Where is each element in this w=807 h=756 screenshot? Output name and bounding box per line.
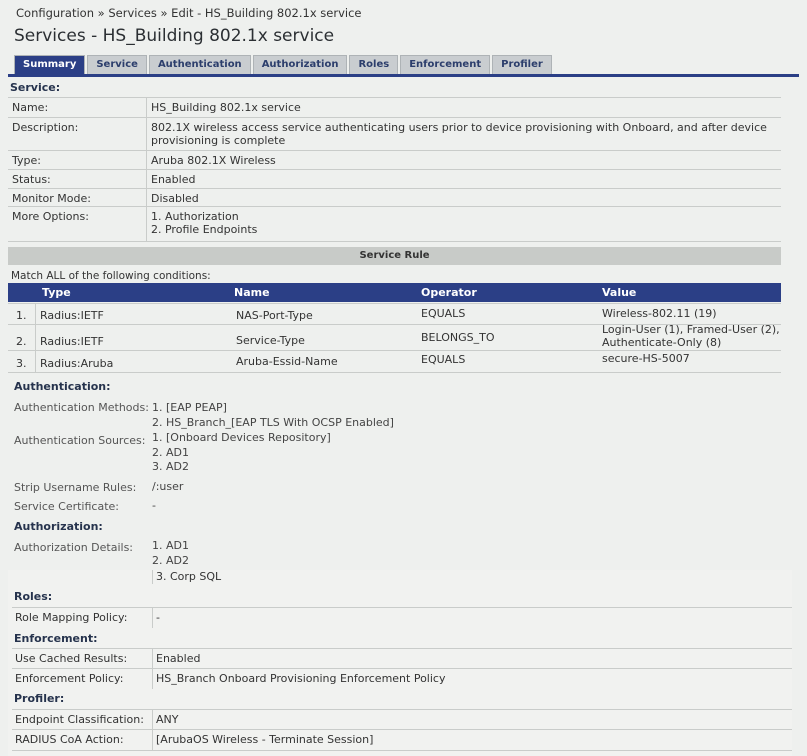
authz-source-1: 1. AD1	[152, 539, 189, 552]
row-value: Disabled	[151, 192, 199, 205]
tab-authentication[interactable]: Authentication	[148, 55, 251, 74]
endpoint-classification-value: ANY	[156, 713, 179, 726]
roles-heading: Roles:	[14, 590, 53, 603]
col-value: Value	[602, 286, 637, 299]
row-label: Status:	[12, 173, 51, 186]
row-label: Description:	[12, 121, 79, 134]
tab-summary[interactable]: Summary	[14, 55, 86, 74]
roles-row: Role Mapping Policy: -	[12, 607, 792, 628]
service-certificate-label: Service Certificate:	[14, 500, 119, 513]
match-conditions-text: Match ALL of the following conditions:	[11, 270, 211, 282]
strip-username-label: Strip Username Rules:	[14, 481, 137, 494]
rule-value-line2: Authenticate-Only (8)	[602, 336, 722, 349]
authorization-heading: Authorization:	[14, 520, 103, 533]
auth-methods-value: 1. [EAP PEAP] 2. HS_Branch_[EAP TLS With…	[152, 401, 394, 430]
tab-authorization[interactable]: Authorization	[252, 55, 348, 74]
authentication-heading: Authentication:	[14, 380, 111, 393]
row-value: Enabled	[151, 173, 196, 186]
auth-source-2: 2. AD1	[152, 445, 189, 459]
more-option-1: 1. Authorization	[151, 210, 239, 223]
tab-bar: Summary Service Authentication Authoriza…	[14, 55, 554, 74]
row-value: Aruba 802.1X Wireless	[151, 154, 276, 167]
rule-type: Radius:IETF	[40, 335, 104, 348]
tab-enforcement[interactable]: Enforcement	[400, 55, 491, 74]
rule-operator: BELONGS_TO	[421, 331, 495, 344]
row-label: Type:	[12, 154, 41, 167]
rule-value: Login-User (1), Framed-User (2),	[602, 323, 780, 336]
tab-underline	[8, 74, 799, 77]
profiler-heading: Profiler:	[14, 692, 65, 705]
service-row-status: Status: Enabled	[8, 169, 781, 189]
service-heading: Service:	[10, 81, 61, 94]
authorization-details-value: 1. AD1 2. AD2	[152, 539, 189, 568]
enforcement-policy-value: HS_Branch Onboard Provisioning Enforceme…	[156, 672, 446, 685]
authorization-details-label: Authorization Details:	[14, 541, 134, 554]
strip-username-value: /:user	[152, 480, 184, 493]
rule-row: 1. Radius:IETF NAS-Port-Type EQUALS Wire…	[8, 303, 781, 325]
cached-results-value: Enabled	[156, 652, 201, 665]
service-row-name: Name: HS_Building 802.1x service	[8, 97, 781, 118]
col-type: Type	[42, 286, 71, 299]
row-value: 802.1X wireless access service authentic…	[151, 121, 767, 147]
rule-name: NAS-Port-Type	[236, 309, 313, 322]
col-name: Name	[234, 286, 270, 299]
rule-operator: EQUALS	[421, 307, 466, 320]
authz-source-2: 2. AD2	[152, 553, 189, 567]
auth-methods-label: Authentication Methods:	[14, 401, 149, 414]
service-row-monitor-mode: Monitor Mode: Disabled	[8, 188, 781, 207]
enforcement-heading: Enforcement:	[14, 632, 98, 645]
rule-row: 2. Radius:IETF Service-Type BELONGS_TO L…	[8, 323, 781, 351]
auth-source-3: 3. AD2	[152, 460, 189, 473]
auth-method-1: 1. [EAP PEAP]	[152, 401, 227, 414]
more-option-2: 2. Profile Endpoints	[151, 223, 258, 236]
auth-sources-label: Authentication Sources:	[14, 434, 146, 447]
enforcement-policy-label: Enforcement Policy:	[15, 672, 124, 685]
service-row-more-options: More Options: 1. Authorization 2. Profil…	[8, 206, 781, 242]
coa-action-value: [ArubaOS Wireless - Terminate Session]	[156, 733, 374, 746]
service-certificate-value: -	[152, 499, 156, 512]
page: Configuration » Services » Edit - HS_Bui…	[0, 0, 807, 756]
rule-num: 2.	[16, 335, 27, 348]
auth-sources-value: 1. [Onboard Devices Repository] 2. AD1 3…	[152, 431, 331, 475]
breadcrumb[interactable]: Configuration » Services » Edit - HS_Bui…	[16, 6, 362, 20]
authz-continuation-row: 3. Corp SQL	[12, 570, 792, 584]
coa-action-label: RADIUS CoA Action:	[15, 733, 124, 746]
auth-method-2: 2. HS_Branch_[EAP TLS With OCSP Enabled]	[152, 415, 394, 429]
service-row-type: Type: Aruba 802.1X Wireless	[8, 150, 781, 170]
role-mapping-label: Role Mapping Policy:	[15, 611, 128, 624]
coa-action-row: RADIUS CoA Action: [ArubaOS Wireless - T…	[12, 729, 792, 751]
row-label: Name:	[12, 101, 49, 114]
row-value: HS_Building 802.1x service	[151, 101, 301, 114]
lower-panel: 3. Corp SQL Roles: Role Mapping Policy: …	[8, 570, 792, 756]
tab-service[interactable]: Service	[87, 55, 147, 74]
endpoint-classification-row: Endpoint Classification: ANY	[12, 709, 792, 730]
service-rule-title: Service Rule	[8, 247, 781, 265]
authz-source-3: 3. Corp SQL	[156, 570, 222, 583]
rule-num: 3.	[16, 357, 27, 370]
rule-value: secure-HS-5007	[602, 352, 690, 365]
service-row-description: Description: 802.1X wireless access serv…	[8, 117, 781, 151]
endpoint-classification-label: Endpoint Classification:	[15, 713, 144, 726]
rule-type: Radius:IETF	[40, 309, 104, 322]
rule-name: Service-Type	[236, 334, 305, 347]
rule-row: 3. Radius:Aruba Aruba-Essid-Name EQUALS …	[8, 350, 781, 373]
enforcement-policy-row: Enforcement Policy: HS_Branch Onboard Pr…	[12, 668, 792, 689]
role-mapping-value: -	[156, 611, 160, 624]
rule-num: 1.	[16, 309, 27, 322]
tab-profiler[interactable]: Profiler	[492, 55, 552, 74]
row-label: Monitor Mode:	[12, 192, 91, 205]
cached-results-label: Use Cached Results:	[15, 652, 128, 665]
rule-table-header: Type Name Operator Value	[8, 283, 781, 302]
rule-name: Aruba-Essid-Name	[236, 355, 338, 368]
row-value: 1. Authorization 2. Profile Endpoints	[151, 210, 775, 236]
page-title: Services - HS_Building 802.1x service	[14, 26, 335, 46]
cached-results-row: Use Cached Results: Enabled	[12, 648, 792, 669]
rule-type: Radius:Aruba	[40, 357, 114, 370]
rule-value: Wireless-802.11 (19)	[602, 307, 717, 320]
tab-roles[interactable]: Roles	[349, 55, 399, 74]
col-operator: Operator	[421, 286, 477, 299]
row-label: More Options:	[12, 210, 89, 223]
auth-source-1: 1. [Onboard Devices Repository]	[152, 431, 331, 444]
rule-operator: EQUALS	[421, 353, 466, 366]
